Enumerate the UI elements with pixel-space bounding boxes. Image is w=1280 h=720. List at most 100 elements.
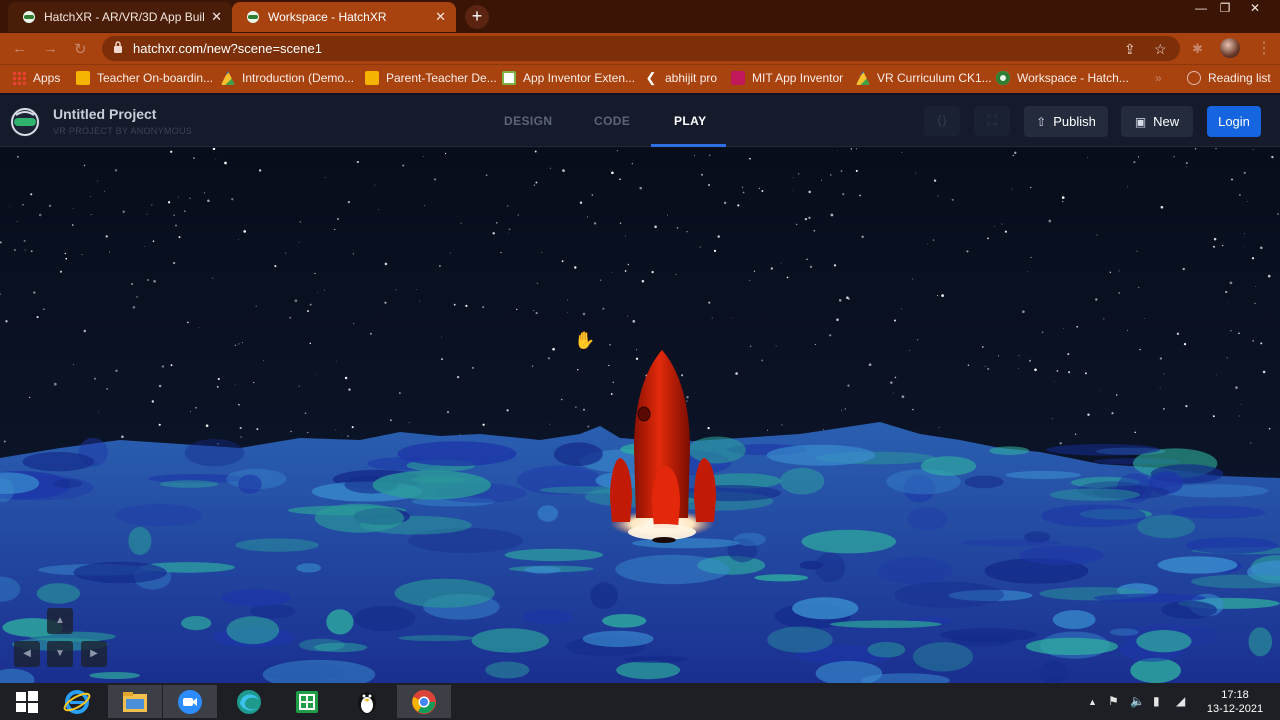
bookmark-parent-teacher[interactable]: Parent-Teacher De... — [365, 71, 497, 85]
star — [781, 424, 783, 426]
star — [775, 345, 777, 347]
star — [859, 194, 862, 197]
terrain-patch — [296, 563, 322, 573]
chrome-icon[interactable] — [397, 685, 451, 718]
move-down-button[interactable]: ▼ — [47, 641, 73, 667]
volume-icon[interactable]: 🔈 — [1130, 694, 1145, 708]
close-tab-icon[interactable]: ✕ — [211, 9, 222, 25]
star — [552, 347, 555, 351]
star — [723, 201, 727, 205]
battery-icon[interactable]: ▮ — [1153, 694, 1160, 708]
star — [434, 178, 437, 181]
star — [1034, 368, 1037, 372]
star — [347, 435, 349, 437]
avatar[interactable] — [1220, 38, 1240, 58]
menu-icon[interactable]: ⋮ — [1256, 38, 1272, 58]
star — [205, 424, 209, 428]
share-icon[interactable]: ⇪ — [1124, 41, 1136, 58]
terrain-patch — [1137, 515, 1196, 539]
star — [377, 209, 379, 210]
tray-overflow-icon[interactable]: ▲ — [1088, 697, 1097, 707]
restore-icon[interactable]: ❐ — [1210, 0, 1240, 18]
star — [840, 170, 843, 172]
excel-icon[interactable] — [280, 685, 334, 718]
star — [170, 150, 173, 153]
reading-list[interactable]: Reading list — [1187, 71, 1271, 85]
address-bar[interactable]: hatchxr.com/new?scene=scene1 ⇪ ☆ — [102, 36, 1180, 61]
tab-play[interactable]: PLAY — [674, 114, 707, 128]
internet-explorer-icon[interactable] — [50, 685, 104, 718]
file-explorer-icon[interactable] — [108, 685, 162, 718]
star — [0, 293, 1, 295]
star — [1030, 256, 1032, 258]
star — [465, 304, 468, 307]
star — [1014, 151, 1017, 154]
close-tab-icon[interactable]: ✕ — [435, 9, 446, 25]
forward-icon[interactable]: → — [43, 40, 58, 57]
tray-flag-icon[interactable]: ⚑ — [1108, 694, 1119, 708]
plus-icon[interactable]: + — [465, 5, 489, 29]
move-left-button[interactable]: ◀ — [14, 641, 40, 667]
tab-design[interactable]: DESIGN — [504, 114, 552, 128]
project-title[interactable]: Untitled Project — [53, 106, 156, 122]
star — [1159, 387, 1161, 389]
windows-start-icon[interactable] — [0, 685, 54, 718]
app-inventor-icon — [502, 71, 516, 85]
bookmark-workspace-hatchxr[interactable]: Workspace - Hatch... — [996, 71, 1129, 85]
terrain-patch — [792, 597, 859, 620]
bookmark-abhijit-pro[interactable]: ❮ abhijit pro — [644, 71, 717, 86]
terrain-patch — [1049, 488, 1140, 501]
star — [240, 436, 242, 438]
back-icon[interactable]: ← — [12, 40, 27, 57]
browser-tab-workspace[interactable]: Workspace - HatchXR ✕ — [232, 2, 456, 32]
star — [309, 342, 312, 345]
bookmark-teacher-onboarding[interactable]: Teacher On-boardin... — [76, 71, 213, 85]
star — [1176, 332, 1180, 335]
terrain-patch — [688, 436, 746, 464]
hatchxr-logo-icon[interactable] — [10, 107, 40, 137]
tab-code[interactable]: CODE — [594, 114, 630, 128]
star — [694, 154, 695, 156]
move-right-button[interactable]: ▶ — [81, 641, 107, 667]
bookmark-introduction[interactable]: Introduction (Demo... — [221, 71, 354, 85]
reload-icon[interactable]: ↻ — [74, 40, 87, 58]
play-viewport[interactable]: ✋ ▲ ◀ ▼ ▶ — [0, 148, 1280, 683]
star — [587, 425, 590, 428]
penguin-icon[interactable] — [340, 685, 394, 718]
star — [324, 177, 326, 179]
star — [1127, 186, 1128, 188]
edge-icon[interactable] — [222, 685, 276, 718]
star — [23, 239, 26, 242]
star — [1062, 200, 1064, 203]
star — [838, 299, 842, 302]
close-window-icon[interactable]: ✕ — [1240, 0, 1270, 18]
star — [1255, 286, 1257, 287]
star — [1111, 412, 1114, 415]
star-icon[interactable]: ☆ — [1154, 41, 1167, 58]
extensions-icon[interactable]: ✱ — [1192, 41, 1203, 57]
network-icon[interactable]: ◢ — [1176, 694, 1185, 708]
bookmark-vr-curriculum[interactable]: VR Curriculum CK1... — [856, 71, 992, 85]
browser-tab-hatchxr[interactable]: HatchXR - AR/VR/3D App Builder ✕ — [8, 2, 232, 32]
bookmark-apps[interactable]: Apps — [12, 71, 60, 85]
star — [170, 364, 173, 367]
mit-icon — [731, 71, 745, 85]
clock-date: 13-12-2021 — [1206, 703, 1264, 715]
bookmark-mit-app-inventor[interactable]: MIT App Inventor — [731, 71, 843, 85]
star — [263, 360, 265, 362]
bookmark-app-inventor-extensions[interactable]: App Inventor Exten... — [502, 71, 635, 85]
fullscreen-icon[interactable]: ⛶ — [974, 106, 1010, 136]
star — [967, 364, 970, 366]
new-button[interactable]: ▣ New — [1121, 106, 1193, 137]
zoom-icon[interactable] — [163, 685, 217, 718]
chevron-right-icon[interactable]: » — [1155, 71, 1162, 85]
star — [1127, 329, 1129, 331]
star — [1103, 318, 1105, 320]
taskbar-clock[interactable]: 17:18 13-12-2021 — [1205, 688, 1265, 716]
move-up-button[interactable]: ▲ — [47, 608, 73, 634]
star — [1074, 433, 1077, 435]
login-button[interactable]: Login — [1207, 106, 1261, 137]
publish-button[interactable]: ⇧ Publish — [1024, 106, 1108, 137]
share-network-icon[interactable]: ⟨⟩ — [924, 106, 960, 136]
star — [104, 190, 106, 192]
